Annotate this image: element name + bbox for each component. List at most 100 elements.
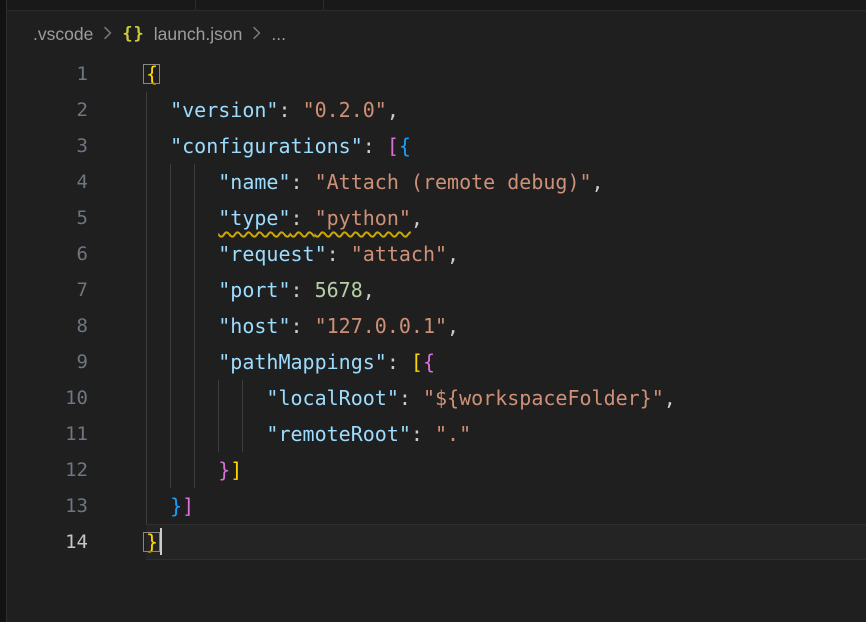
- code-token: ]: [230, 458, 242, 482]
- indent-guide: [194, 164, 195, 200]
- code-token: [146, 386, 266, 410]
- line-number[interactable]: 13: [8, 488, 88, 524]
- code-token: "configurations": [170, 134, 363, 158]
- tab-bar-bottom-edge: [0, 0, 866, 11]
- code-line-content[interactable]: }]: [146, 452, 866, 488]
- code-area: 1{2 "version": "0.2.0",3 "configurations…: [8, 56, 866, 560]
- code-line[interactable]: 13 }]: [8, 488, 866, 524]
- code-line-content[interactable]: }: [146, 524, 866, 560]
- code-token: "Attach (remote debug)": [315, 170, 592, 194]
- line-number[interactable]: 2: [8, 92, 88, 128]
- indent-guide: [170, 344, 171, 380]
- indent-guide: [146, 164, 147, 200]
- code-line[interactable]: 14}: [8, 524, 866, 560]
- code-line[interactable]: 10 "localRoot": "${workspaceFolder}",: [8, 380, 866, 416]
- code-token: [146, 134, 170, 158]
- code-line-content[interactable]: "remoteRoot": ".": [146, 416, 866, 452]
- code-token: "port": [218, 278, 290, 302]
- code-line[interactable]: 7 "port": 5678,: [8, 272, 866, 308]
- code-line-content[interactable]: "localRoot": "${workspaceFolder}",: [146, 380, 866, 416]
- code-line-content[interactable]: "pathMappings": [{: [146, 344, 866, 380]
- line-number[interactable]: 6: [8, 236, 88, 272]
- code-token: :: [291, 170, 315, 194]
- code-token: "${workspaceFolder}": [423, 386, 664, 410]
- code-token: "version": [170, 98, 278, 122]
- tab-separator: [323, 0, 324, 10]
- indent-guide: [170, 164, 171, 200]
- indent-guide: [194, 452, 195, 488]
- code-token: "request": [218, 242, 326, 266]
- indent-guide: [170, 200, 171, 236]
- line-number[interactable]: 5: [8, 200, 88, 236]
- code-line-content[interactable]: "name": "Attach (remote debug)",: [146, 164, 866, 200]
- code-line-content[interactable]: "port": 5678,: [146, 272, 866, 308]
- code-token: ".": [435, 422, 471, 446]
- code-token: "127.0.0.1": [315, 314, 447, 338]
- indent-guide: [194, 380, 195, 416]
- code-line[interactable]: 8 "host": "127.0.0.1",: [8, 308, 866, 344]
- code-line-content[interactable]: }]: [146, 488, 866, 524]
- code-line[interactable]: 1{: [8, 56, 866, 92]
- code-line[interactable]: 3 "configurations": [{: [8, 128, 866, 164]
- code-token: [146, 422, 266, 446]
- code-line[interactable]: 11 "remoteRoot": ".": [8, 416, 866, 452]
- line-number[interactable]: 1: [8, 56, 88, 92]
- line-number[interactable]: 14: [8, 524, 88, 560]
- code-token: :: [363, 134, 387, 158]
- line-number[interactable]: 9: [8, 344, 88, 380]
- indent-guide: [146, 416, 147, 452]
- chevron-right-icon: [102, 24, 113, 45]
- tab-separator: [195, 0, 196, 10]
- chevron-right-icon: [251, 24, 262, 45]
- breadcrumb-symbol-path[interactable]: ...: [271, 24, 286, 45]
- code-token: [146, 350, 218, 374]
- breadcrumb-folder[interactable]: .vscode: [33, 24, 93, 45]
- line-number[interactable]: 12: [8, 452, 88, 488]
- code-token: "pathMappings": [218, 350, 387, 374]
- code-line-content[interactable]: "configurations": [{: [146, 128, 866, 164]
- code-line[interactable]: 4 "name": "Attach (remote debug)",: [8, 164, 866, 200]
- code-line-content[interactable]: "version": "0.2.0",: [146, 92, 866, 128]
- line-number[interactable]: 10: [8, 380, 88, 416]
- code-token: ,: [592, 170, 604, 194]
- code-token: "remoteRoot": [266, 422, 411, 446]
- code-token: :: [278, 98, 302, 122]
- code-token: ,: [447, 242, 459, 266]
- code-line[interactable]: 12 }]: [8, 452, 866, 488]
- breadcrumb-file[interactable]: launch.json: [154, 24, 243, 45]
- indent-guide: [146, 200, 147, 236]
- code-line[interactable]: 5 "type": "python",: [8, 200, 866, 236]
- code-token: :: [399, 386, 423, 410]
- line-number[interactable]: 7: [8, 272, 88, 308]
- indent-guide: [146, 236, 147, 272]
- code-token: [: [387, 134, 399, 158]
- code-line[interactable]: 9 "pathMappings": [{: [8, 344, 866, 380]
- indent-guide: [146, 272, 147, 308]
- code-line[interactable]: 6 "request": "attach",: [8, 236, 866, 272]
- line-number[interactable]: 3: [8, 128, 88, 164]
- code-line[interactable]: 2 "version": "0.2.0",: [8, 92, 866, 128]
- line-number[interactable]: 8: [8, 308, 88, 344]
- code-line-content[interactable]: "type": "python",: [146, 200, 866, 236]
- code-token: "0.2.0": [303, 98, 387, 122]
- code-token: ,: [447, 314, 459, 338]
- breadcrumb: .vscode {} launch.json ...: [8, 12, 866, 56]
- code-token: ]: [182, 494, 194, 518]
- text-cursor: [160, 528, 162, 555]
- bracket-match: }: [146, 530, 158, 554]
- code-line-content[interactable]: {: [146, 56, 866, 92]
- indent-guide: [194, 416, 195, 452]
- indent-guide: [146, 128, 147, 164]
- line-number[interactable]: 4: [8, 164, 88, 200]
- bracket-match: {: [146, 62, 158, 86]
- code-line-content[interactable]: "request": "attach",: [146, 236, 866, 272]
- code-token: ,: [664, 386, 676, 410]
- code-line-content[interactable]: "host": "127.0.0.1",: [146, 308, 866, 344]
- json-file-icon: {}: [122, 24, 144, 44]
- code-token: "type": [218, 206, 290, 230]
- line-number[interactable]: 11: [8, 416, 88, 452]
- code-token: {: [423, 350, 435, 374]
- indent-guide: [194, 344, 195, 380]
- indent-guide: [146, 92, 147, 128]
- indent-guide: [170, 380, 171, 416]
